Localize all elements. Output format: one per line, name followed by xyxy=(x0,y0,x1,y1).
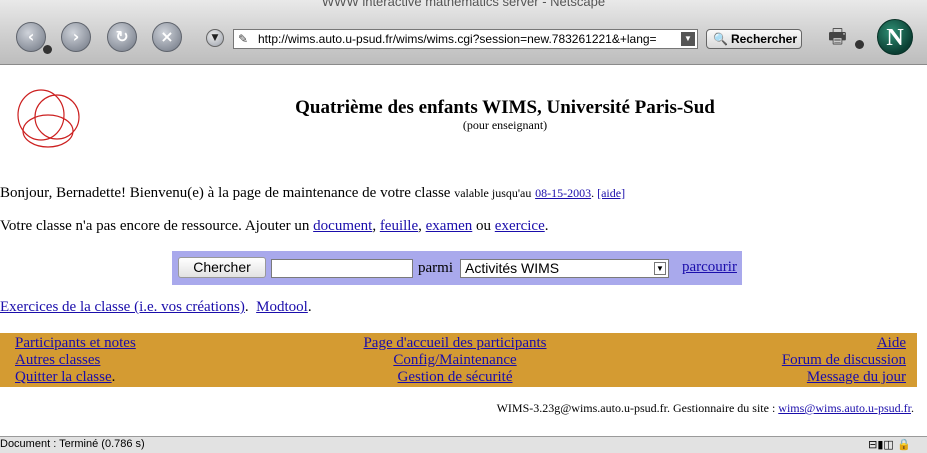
resources-line: Votre classe n'a pas encore de ressource… xyxy=(0,218,548,235)
expiry-date-link[interactable]: 08-15-2003 xyxy=(535,186,591,200)
status-text: Document : Terminé (0.786 s) xyxy=(0,438,145,450)
exercise-links: Exercices de la classe (i.e. vos créatio… xyxy=(0,299,312,316)
page-subtitle: (pour enseignant) xyxy=(462,118,548,132)
search-panel: Chercher parmi Activités WIMS ▼ parcouri… xyxy=(172,251,742,285)
admin-email-link[interactable]: wims@wims.auto.u-psud.fr xyxy=(778,401,911,415)
menu-security-link[interactable]: Gestion de sécurité xyxy=(398,369,513,385)
netscape-logo[interactable]: N xyxy=(877,19,913,55)
menu-participants-link[interactable]: Participants et notes xyxy=(15,335,136,351)
parmi-label: parmi xyxy=(418,260,453,276)
search-button[interactable]: 🔍 Rechercher xyxy=(706,29,802,49)
status-bar: Document : Terminé (0.786 s) ⊟▮◫ 🔒 xyxy=(0,436,927,453)
greeting: Bonjour, Bernadette! Bienvenu(e) à la pa… xyxy=(0,185,625,202)
menu-right-column: Aide Forum de discussion Message du jour xyxy=(782,335,906,386)
exercise-links-period: . xyxy=(244,299,249,315)
url-text: http://wims.auto.u-psud.fr/wims/wims.cgi… xyxy=(258,32,657,46)
footer-end: . xyxy=(911,401,914,415)
resources-sep: , xyxy=(372,218,377,234)
menu-quit-class-link[interactable]: Quitter la classe xyxy=(15,369,112,385)
print-dropdown-icon[interactable] xyxy=(855,40,864,49)
exercise-links-end: . xyxy=(307,299,312,315)
history-icon[interactable]: ▼ xyxy=(206,29,224,47)
page-icon: ✎ xyxy=(238,32,249,46)
add-sheet-link[interactable]: feuille xyxy=(380,218,418,234)
add-document-link[interactable]: document xyxy=(313,218,372,234)
footer: WIMS-3.23g@wims.auto.u-psud.fr. Gestionn… xyxy=(497,401,914,416)
resources-or: ou xyxy=(476,218,492,234)
window-title: WWW interactive mathematics server - Net… xyxy=(321,0,606,9)
menu-left-column: Participants et notes Autres classes Qui… xyxy=(15,335,136,386)
class-exercises-link[interactable]: Exercices de la classe (i.e. vos créatio… xyxy=(0,299,245,315)
help-link[interactable]: [aide] xyxy=(597,186,625,200)
class-menu: Participants et notes Autres classes Qui… xyxy=(0,333,917,387)
valid-prefix: valable jusqu'au xyxy=(454,186,532,200)
search-button-label: Rechercher xyxy=(730,32,797,46)
modtool-link[interactable]: Modtool xyxy=(256,299,308,315)
menu-participants-home-link[interactable]: Page d'accueil des participants xyxy=(363,335,546,351)
footer-text: WIMS-3.23g@wims.auto.u-psud.fr. Gestionn… xyxy=(496,401,776,415)
add-exercise-link[interactable]: exercice xyxy=(495,218,545,234)
menu-motd-link[interactable]: Message du jour xyxy=(807,369,906,385)
menu-help-link[interactable]: Aide xyxy=(877,335,906,351)
greeting-text: Bonjour, Bernadette! Bienvenu(e) à la pa… xyxy=(0,185,451,201)
resources-sep: , xyxy=(418,218,422,234)
resources-end: . xyxy=(544,218,549,234)
search-input[interactable] xyxy=(271,259,413,278)
connection-icon: ⊟▮◫ 🔒 xyxy=(868,438,911,451)
back-icon[interactable]: ‹ xyxy=(16,22,46,52)
reload-icon[interactable]: ↻ xyxy=(107,22,137,52)
add-exam-link[interactable]: examen xyxy=(426,218,473,234)
page-title: Quatrième des enfants WIMS, Université P… xyxy=(295,97,715,118)
stop-icon[interactable]: × xyxy=(152,22,182,52)
menu-forum-link[interactable]: Forum de discussion xyxy=(782,352,906,368)
chercher-button[interactable]: Chercher xyxy=(178,257,266,278)
menu-config-link[interactable]: Config/Maintenance xyxy=(393,352,516,368)
back-dropdown-icon[interactable] xyxy=(43,45,52,54)
resources-text: Votre classe n'a pas encore de ressource… xyxy=(0,218,310,234)
search-scope-value: Activités WIMS xyxy=(465,260,560,276)
url-dropdown-icon[interactable]: ▼ xyxy=(681,32,695,46)
menu-left-period: . xyxy=(111,369,116,385)
url-bar[interactable]: ✎ http://wims.auto.u-psud.fr/wims/wims.cg… xyxy=(233,29,698,49)
forward-icon[interactable]: › xyxy=(61,22,91,52)
browse-link[interactable]: parcourir xyxy=(682,259,737,276)
menu-middle-column: Page d'accueil des participants Config/M… xyxy=(330,335,580,386)
browser-toolbar: WWW interactive mathematics server - Net… xyxy=(0,0,927,65)
search-scope-select[interactable]: Activités WIMS ▼ xyxy=(460,259,669,278)
menu-other-classes-link[interactable]: Autres classes xyxy=(15,352,100,368)
greeting-period: . xyxy=(591,186,595,200)
search-icon: 🔍 xyxy=(713,32,728,46)
print-icon[interactable]: 🖶 xyxy=(828,22,854,48)
chevron-down-icon[interactable]: ▼ xyxy=(654,262,666,275)
